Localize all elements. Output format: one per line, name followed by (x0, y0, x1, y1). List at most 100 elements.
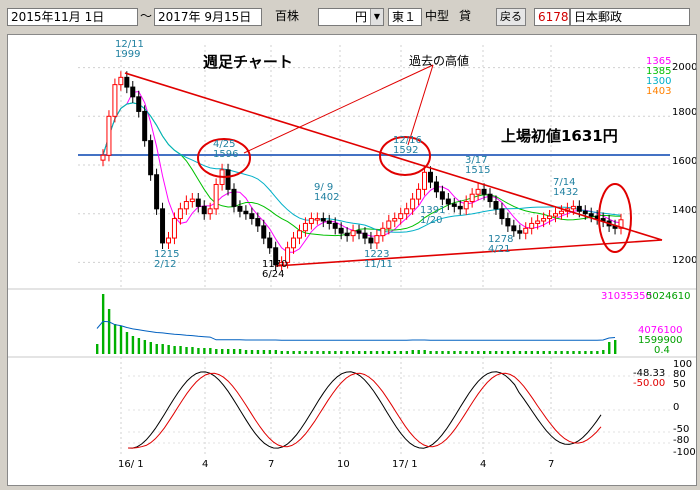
volume-bar (417, 350, 420, 354)
currency-select[interactable]: 円 ▼ (318, 8, 384, 26)
volume-bar (369, 351, 373, 354)
candle-body (308, 218, 314, 224)
candle-body (207, 208, 213, 215)
unit-label: 百株 (275, 9, 300, 23)
back-button[interactable]: 戻る (496, 8, 526, 26)
volume-bar (590, 351, 593, 354)
volume-bar (185, 347, 188, 354)
volume-average-line (96, 320, 616, 341)
volume-bar (274, 350, 278, 354)
price-tick: 2000 (672, 62, 696, 73)
candle-body (237, 205, 243, 212)
candle-body (106, 115, 112, 156)
volume-bar (483, 351, 486, 354)
candle-body (344, 232, 350, 237)
candle-body (165, 237, 171, 244)
volume-bar (524, 351, 528, 354)
x-axis-label: 4 (202, 459, 208, 470)
osc-tick: -80 (673, 435, 689, 446)
candle-body (588, 213, 594, 217)
osc-tick: 50 (673, 379, 686, 390)
volume-bar (357, 351, 361, 354)
volume-bar (113, 324, 117, 354)
price-annotation: 1/20 (420, 215, 442, 226)
candle-body (576, 205, 582, 212)
resistance-trend-line (124, 72, 663, 241)
volume-bar (107, 309, 111, 354)
volume-bar (423, 350, 426, 354)
volume-bar (256, 350, 260, 354)
chevron-down-icon[interactable]: ▼ (370, 9, 383, 25)
price-annotation: 4/21 (488, 244, 510, 255)
price-tick: 1400 (672, 205, 696, 216)
volume-bar (137, 338, 141, 354)
volume-bar (530, 351, 534, 354)
candle-body (433, 181, 439, 193)
volume-bar (167, 345, 170, 354)
candle-body (529, 222, 535, 229)
volume-bar (316, 351, 319, 354)
candle-body (243, 210, 249, 215)
candle-body (392, 218, 398, 222)
volume-bar (149, 342, 152, 354)
market-field[interactable]: 東１ (388, 8, 422, 26)
volume-bar (226, 349, 230, 354)
volume-bar (477, 351, 480, 354)
candle-body (469, 193, 475, 203)
volume-bar (596, 351, 599, 354)
start-date-field[interactable]: 2015年11月 1日 (7, 8, 138, 26)
candle-body (183, 201, 189, 210)
price-annotation: 1999 (115, 49, 140, 60)
candle-body (100, 154, 106, 161)
volume-bar (375, 351, 379, 354)
candle-body (374, 235, 380, 244)
candle-body (386, 220, 392, 229)
volume-bar (101, 294, 105, 354)
volume-bar (304, 351, 307, 354)
end-date-field[interactable]: 2017年 9月15日 (154, 8, 262, 26)
company-name-field[interactable]: 日本郵政 (570, 8, 690, 26)
volume-bar (578, 351, 581, 354)
currency-value: 円 (354, 10, 367, 24)
volume-bar (363, 351, 367, 354)
volume-bar (173, 346, 176, 354)
candle-body (255, 218, 261, 227)
volume-bar (215, 349, 218, 354)
price-annotation: 1432 (553, 187, 578, 198)
candle-body (291, 237, 297, 249)
volume-bar (500, 351, 504, 354)
candle-body (142, 110, 148, 142)
volume-bar (197, 348, 200, 354)
x-axis-label: 16/ 1 (118, 459, 144, 470)
volume-value: 0.4 (654, 345, 670, 356)
osc-tick: -100 (673, 447, 696, 458)
osc-tick: -50 (673, 424, 689, 435)
volume-bar (96, 344, 99, 354)
candle-body (368, 237, 374, 244)
candle-body (249, 213, 255, 220)
volume-bar (453, 351, 456, 354)
price-annotation: 11/11 (364, 259, 393, 270)
candle-body (505, 218, 511, 227)
chart-title: 週足チャート (203, 53, 293, 71)
candle-body (148, 140, 154, 176)
volume-bar (512, 351, 516, 354)
candle-body (338, 227, 344, 234)
candle-body (231, 188, 237, 207)
candle-body (296, 230, 302, 239)
volume-bar (542, 351, 545, 354)
candle-body (558, 210, 564, 215)
ma-value-extra: 1403 (646, 86, 671, 97)
volume-bar (155, 344, 158, 354)
volume-bar (268, 350, 272, 354)
volume-bar (614, 340, 617, 354)
moving-averages (102, 90, 622, 253)
candle-body (326, 220, 332, 224)
price-annotation: 1592 (393, 145, 418, 156)
volume-bar (393, 351, 397, 354)
size-class-label: 中型 (425, 9, 450, 23)
volume-bar (608, 342, 611, 354)
candle-body (314, 218, 320, 221)
stock-code-field[interactable]: 6178 (534, 8, 570, 26)
volume-bar (518, 351, 522, 354)
